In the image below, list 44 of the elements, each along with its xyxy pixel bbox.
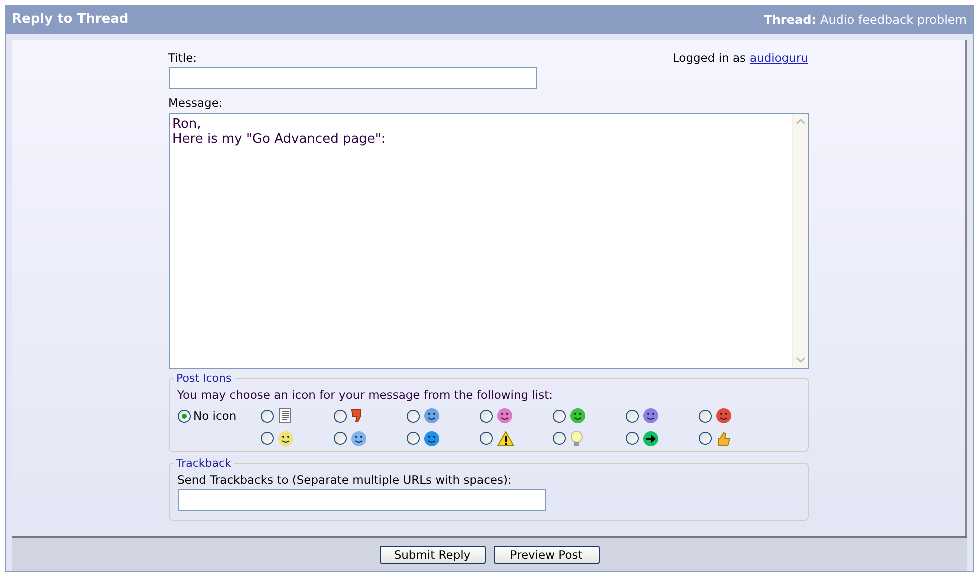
trackback-field[interactable] [178,489,546,512]
radio-button[interactable] [698,410,712,423]
title-label: Title: [168,50,198,67]
smiley-icon [570,408,586,424]
radio-button[interactable] [480,432,492,445]
thread-label: Thread: [764,12,816,29]
radio-button[interactable] [334,410,346,423]
post-icons-legend: Post Icons [174,370,235,387]
smiley-icon [496,408,512,424]
smiley-icon [278,430,294,446]
radio-button[interactable] [552,432,566,445]
radio-button[interactable] [260,410,274,423]
username-link[interactable]: audioguru [750,50,808,68]
smiley-icon [350,430,366,446]
radio-button[interactable] [334,432,346,445]
trackback-label: Send Trackbacks to (Separate multiple URLs with spaces): [178,472,513,489]
radio-button[interactable] [260,432,274,445]
radio-button[interactable] [406,410,420,423]
radio-button[interactable] [480,410,492,423]
radio-button[interactable] [552,410,566,423]
smiley-icon [642,408,658,424]
page-title: Reply to Thread [12,11,129,30]
light-bulb-icon [570,430,584,446]
trackback-legend: Trackback [174,456,234,472]
smiley-icon [716,408,732,424]
smiley-icon [424,408,440,424]
radio-button[interactable] [626,432,638,445]
title-field[interactable] [168,67,536,90]
scrollbar[interactable] [792,114,808,368]
message-label: Message: [168,95,224,112]
post-icons-instruction: You may choose an icon for your message from the following list: [178,387,554,404]
login-text: Logged in as [672,50,746,67]
radio-button[interactable] [178,410,190,424]
warning-icon [496,430,514,446]
radio-button[interactable] [626,410,638,423]
thread-title: Audio feedback problem [820,12,967,29]
preview-button[interactable]: Preview Post [494,546,600,564]
document-icon [278,408,294,424]
thumbs-up-icon [716,430,732,446]
smiley-icon [424,430,440,446]
submit-button[interactable]: Submit Reply [380,546,486,564]
radio-button[interactable] [698,432,712,445]
no-icon-label: No icon [194,408,237,426]
radio-button[interactable] [406,432,420,445]
